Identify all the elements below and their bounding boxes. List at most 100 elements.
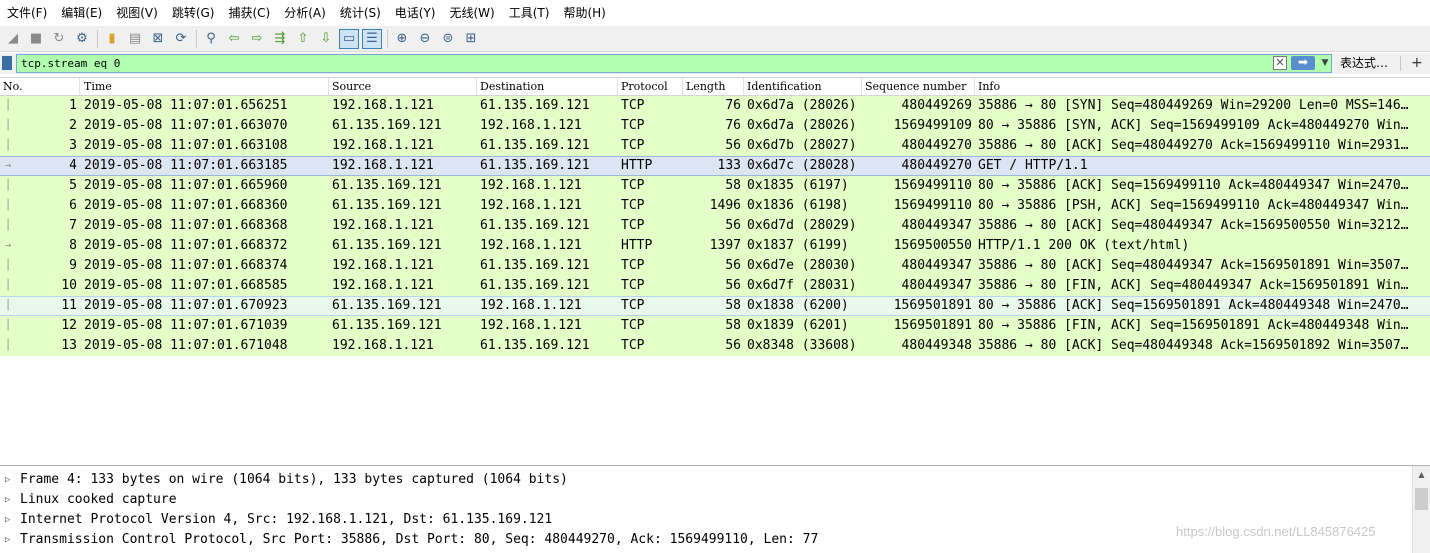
display-filter-input[interactable]: tcp.stream eq 0 [16, 54, 1332, 73]
table-row[interactable]: │ 6 2019-05-08 11:07:01.668360 61.135.169.1… [0, 196, 1430, 216]
cell-destination: 61.135.169.121 [480, 258, 590, 273]
cell-info: 35886 → 80 [ACK] Seq=480449348 Ack=15695… [978, 338, 1409, 353]
save-file-icon[interactable]: ▤ [125, 29, 145, 49]
last-packet-icon[interactable]: ⇩ [316, 29, 336, 49]
menu-statistics[interactable]: 统计(S) [333, 0, 388, 26]
cell-identification: 0x6d7f (28031) [747, 278, 857, 293]
table-row[interactable]: │ 9 2019-05-08 11:07:01.668374 192.168.1.12… [0, 256, 1430, 276]
zoom-in-icon[interactable]: ⊕ [392, 29, 412, 49]
column-header-time[interactable]: Time [81, 78, 329, 95]
column-header-length[interactable]: Length [683, 78, 744, 95]
table-row[interactable]: │ 10 2019-05-08 11:07:01.668585 192.168.1.1… [0, 276, 1430, 296]
cell-source: 61.135.169.121 [332, 238, 442, 253]
cell-identification: 0x6d7a (28026) [747, 118, 857, 133]
table-row[interactable]: │ 12 2019-05-08 11:07:01.671039 61.135.169.… [0, 316, 1430, 336]
cell-time: 2019-05-08 11:07:01.663108 [84, 138, 288, 153]
cell-source: 192.168.1.121 [332, 158, 434, 173]
cell-protocol: TCP [621, 258, 645, 273]
menu-edit[interactable]: 编辑(E) [54, 0, 109, 26]
column-header-sequence-number[interactable]: Sequence number [862, 78, 975, 95]
table-row[interactable]: │ 2 2019-05-08 11:07:01.663070 61.135.169.1… [0, 116, 1430, 136]
menu-capture[interactable]: 捕获(C) [221, 0, 277, 26]
cell-protocol: TCP [621, 138, 645, 153]
colorize-icon[interactable]: ☰ [362, 28, 382, 49]
go-to-packet-icon[interactable]: ⇶ [270, 29, 290, 49]
zoom-out-icon[interactable]: ⊖ [415, 29, 435, 49]
expression-button[interactable]: 表达式… [1340, 55, 1388, 72]
cell-protocol: TCP [621, 98, 645, 113]
cell-info: 80 → 35886 [ACK] Seq=1569499110 Ack=4804… [978, 178, 1409, 193]
cell-source: 61.135.169.121 [332, 318, 442, 333]
table-row[interactable]: │ 7 2019-05-08 11:07:01.668368 192.168.1.12… [0, 216, 1430, 236]
back-icon[interactable]: ⇦ [224, 29, 244, 49]
column-header-identification[interactable]: Identification [744, 78, 862, 95]
cell-length: 133 [717, 158, 741, 173]
table-row[interactable]: │ 13 2019-05-08 11:07:01.671048 192.168.1.1… [0, 336, 1430, 356]
cell-identification: 0x1836 (6198) [747, 198, 849, 213]
detail-label: Frame 4: 133 bytes on wire (1064 bits), … [20, 472, 568, 487]
menu-file[interactable]: 文件(F) [0, 0, 54, 26]
cell-time: 2019-05-08 11:07:01.668372 [84, 238, 288, 253]
cell-sequence-number: 1569500550 [893, 238, 972, 253]
menu-tools[interactable]: 工具(T) [502, 0, 557, 26]
resize-columns-icon[interactable]: ⊞ [461, 29, 481, 49]
cell-identification: 0x6d7d (28029) [747, 218, 857, 233]
expand-triangle-icon[interactable]: ▷ [5, 510, 10, 530]
scroll-thumb[interactable] [1415, 488, 1428, 510]
table-row[interactable]: → 8 2019-05-08 11:07:01.668372 61.135.169.1… [0, 236, 1430, 256]
bookmark-icon[interactable] [2, 56, 12, 70]
stop-icon[interactable]: ■ [26, 29, 46, 49]
column-header-destination[interactable]: Destination [477, 78, 618, 95]
first-packet-icon[interactable]: ⇧ [293, 29, 313, 49]
forward-icon[interactable]: ⇨ [247, 29, 267, 49]
cell-info: 35886 → 80 [ACK] Seq=480449270 Ack=15694… [978, 138, 1409, 153]
restart-icon[interactable]: ↻ [49, 29, 69, 49]
cell-sequence-number: 1569499109 [893, 118, 972, 133]
column-header-source[interactable]: Source [329, 78, 477, 95]
menu-telephony[interactable]: 电话(Y) [388, 0, 443, 26]
find-icon[interactable]: ⚲ [201, 29, 221, 49]
cell-length: 1397 [709, 238, 741, 253]
cell-no: 11 [61, 298, 77, 313]
shark-fin-start-icon[interactable]: ◢ [3, 29, 23, 49]
table-row[interactable]: │ 5 2019-05-08 11:07:01.665960 61.135.169.1… [0, 176, 1430, 196]
open-file-icon[interactable]: ▮ [102, 29, 122, 49]
cell-sequence-number: 1569501891 [893, 298, 972, 313]
cell-length: 56 [725, 338, 741, 353]
cell-sequence-number: 480449270 [901, 138, 972, 153]
close-file-icon[interactable]: ⊠ [148, 29, 168, 49]
autoscroll-icon[interactable]: ▭ [339, 28, 359, 49]
cell-time: 2019-05-08 11:07:01.663070 [84, 118, 288, 133]
clear-filter-icon[interactable]: ✕ [1273, 56, 1287, 70]
cell-info: 35886 → 80 [FIN, ACK] Seq=480449347 Ack=… [978, 278, 1409, 293]
table-row[interactable]: │ 3 2019-05-08 11:07:01.663108 192.168.1.12… [0, 136, 1430, 156]
details-scrollbar[interactable]: ▲ [1412, 466, 1430, 553]
cell-identification: 0x6d7e (28030) [747, 258, 857, 273]
expand-triangle-icon[interactable]: ▷ [5, 490, 10, 510]
menu-wireless[interactable]: 无线(W) [443, 0, 502, 26]
menu-go[interactable]: 跳转(G) [165, 0, 222, 26]
menu-view[interactable]: 视图(V) [109, 0, 165, 26]
add-filter-button[interactable]: + [1411, 55, 1423, 72]
cell-no: 9 [69, 258, 77, 273]
reload-icon[interactable]: ⟳ [171, 29, 191, 49]
normal-size-icon[interactable]: ⊜ [438, 29, 458, 49]
column-header-info[interactable]: Info [975, 78, 1430, 95]
packet-list[interactable]: No. Time Source Destination Protocol Len… [0, 77, 1430, 464]
table-row[interactable]: → 4 2019-05-08 11:07:01.663185 192.168.1.12… [0, 156, 1430, 176]
expand-triangle-icon[interactable]: ▷ [5, 470, 10, 490]
capture-options-icon[interactable]: ⚙ [72, 29, 92, 49]
cell-length: 76 [725, 98, 741, 113]
menu-analyze[interactable]: 分析(A) [277, 0, 333, 26]
column-header-protocol[interactable]: Protocol [618, 78, 683, 95]
chevron-down-icon[interactable]: ▼ [1319, 56, 1331, 70]
table-row[interactable]: │ 11 2019-05-08 11:07:01.670923 61.135.169.… [0, 296, 1430, 316]
menu-help[interactable]: 帮助(H) [556, 0, 612, 26]
detail-label: Internet Protocol Version 4, Src: 192.16… [20, 512, 553, 527]
scroll-up-icon[interactable]: ▲ [1413, 468, 1430, 482]
table-row[interactable]: │ 1 2019-05-08 11:07:01.656251 192.168.1.12… [0, 96, 1430, 116]
column-header-no[interactable]: No. [0, 78, 80, 95]
apply-filter-icon[interactable]: ➡ [1291, 56, 1315, 70]
expand-triangle-icon[interactable]: ▷ [5, 530, 10, 550]
cell-no: 3 [69, 138, 77, 153]
